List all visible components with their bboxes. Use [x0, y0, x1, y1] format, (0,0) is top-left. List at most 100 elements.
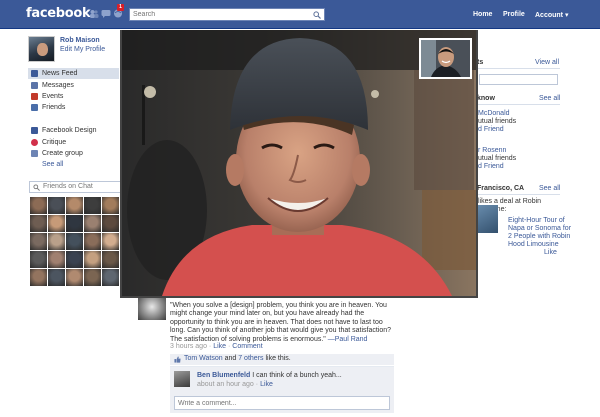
self-view-feed: [421, 40, 470, 77]
commenter-name-link[interactable]: Ben Blumenfeld: [197, 372, 250, 379]
chat-friend-avatar[interactable]: [102, 269, 119, 286]
chat-friend-avatar[interactable]: [30, 233, 47, 250]
news-feed-icon: [31, 70, 38, 77]
suggested-person-name[interactable]: r Rosenn: [478, 147, 506, 154]
profile-name-link[interactable]: Rob Maison: [60, 37, 100, 44]
sidebar-item-label: News Feed: [42, 70, 78, 77]
chat-friend-avatar[interactable]: [102, 215, 119, 232]
friend-requests-icon[interactable]: [89, 9, 99, 18]
friends-icon: [31, 104, 38, 111]
deal-title-link[interactable]: Eight-Hour Tour of Napa or Sonoma for 2 …: [508, 217, 572, 249]
nav-home-link[interactable]: Home: [473, 11, 492, 18]
page-icon: [31, 127, 38, 134]
sidebar-item-facebook-design[interactable]: Facebook Design: [28, 125, 119, 136]
chat-friend-avatar[interactable]: [66, 197, 83, 214]
friends-on-chat-label: Friends on Chat: [43, 183, 93, 190]
like-link[interactable]: Like: [213, 343, 226, 350]
thumbs-up-icon: [174, 356, 181, 363]
commenter-avatar[interactable]: [174, 371, 190, 387]
chat-friend-avatar[interactable]: [84, 233, 101, 250]
chat-friend-avatar[interactable]: [48, 197, 65, 214]
comment-input-area: [170, 393, 394, 413]
self-view-video[interactable]: [419, 38, 472, 79]
search-icon: [33, 184, 40, 191]
chat-friend-avatar[interactable]: [48, 215, 65, 232]
messages-icon[interactable]: [101, 9, 111, 18]
likes-summary: Tom Watson and 7 others like this.: [170, 354, 394, 365]
chat-friend-avatar[interactable]: [48, 251, 65, 268]
chat-friend-avatar[interactable]: [84, 197, 101, 214]
comment-timestamp: about an hour ago: [197, 381, 254, 388]
events-icon: [31, 93, 38, 100]
see-all-link[interactable]: See all: [539, 95, 560, 102]
edit-profile-link[interactable]: Edit My Profile: [60, 46, 105, 53]
chat-friend-avatar[interactable]: [48, 233, 65, 250]
post-body: "When you solve a [design] problem, you …: [170, 302, 398, 344]
view-all-link[interactable]: View all: [535, 59, 559, 66]
heart-icon: [31, 139, 38, 146]
mutual-friends-text: utual friends: [478, 118, 517, 125]
chat-friend-avatar[interactable]: [102, 197, 119, 214]
chat-friend-avatar[interactable]: [66, 269, 83, 286]
sidebar-item-events[interactable]: Events: [28, 91, 119, 102]
search-box: [129, 8, 325, 21]
messages-icon: [31, 82, 38, 89]
deal-line: likes a deal at Robin: [478, 198, 542, 205]
chat-friend-avatar[interactable]: [84, 215, 101, 232]
notification-badge: 1: [117, 4, 124, 11]
nav-account-menu[interactable]: Account ▾: [535, 11, 568, 19]
likes-conjunction: and: [222, 355, 239, 362]
chat-friend-avatar[interactable]: [30, 251, 47, 268]
nav-profile-link[interactable]: Profile: [503, 11, 525, 18]
sidebar-item-news-feed[interactable]: News Feed: [28, 68, 119, 79]
sidebar-item-label: Create group: [42, 150, 83, 157]
comment-link[interactable]: Comment: [232, 343, 262, 350]
sidebar-item-critique[interactable]: Critique: [28, 137, 119, 148]
sidebar-item-label: Friends: [42, 104, 66, 111]
sidebar-item-label: Messages: [42, 82, 74, 89]
suggested-person-name[interactable]: McDonald: [478, 110, 510, 117]
group-icon: [31, 150, 38, 157]
deal-like-link[interactable]: Like: [544, 249, 557, 256]
chat-friend-avatar[interactable]: [84, 251, 101, 268]
chat-friend-avatar[interactable]: [102, 251, 119, 268]
mutual-friends-text: utual friends: [478, 155, 517, 162]
divider: [476, 194, 560, 195]
facebook-logo[interactable]: facebook: [26, 6, 91, 21]
chat-friend-avatar[interactable]: [48, 269, 65, 286]
chat-friend-avatar[interactable]: [30, 215, 47, 232]
add-friend-link[interactable]: d Friend: [478, 163, 504, 170]
chat-friend-avatar[interactable]: [30, 269, 47, 286]
sidebar-item-create-group[interactable]: Create group: [28, 148, 119, 159]
comment-item: Ben Blumenfeld I can think of a bunch ye…: [170, 366, 394, 393]
chat-friend-avatar[interactable]: [84, 269, 101, 286]
sidebar-item-messages[interactable]: Messages: [28, 80, 119, 91]
add-friend-link[interactable]: d Friend: [478, 126, 504, 133]
chat-friend-avatar[interactable]: [30, 197, 47, 214]
divider: [476, 104, 560, 105]
liker-name-link[interactable]: Tom Watson: [184, 355, 223, 362]
search-input[interactable]: [130, 9, 310, 20]
chat-friend-avatar[interactable]: [66, 215, 83, 232]
see-all-link[interactable]: See all: [42, 161, 63, 168]
others-link[interactable]: 7 others: [238, 355, 263, 362]
top-bar: facebook 1 Home Profile Account ▾: [0, 0, 600, 29]
comment-like-link[interactable]: Like: [260, 381, 273, 388]
chat-friend-avatar[interactable]: [102, 233, 119, 250]
comment-meta: about an hour ago · Like: [197, 381, 273, 388]
friends-on-chat-box[interactable]: Friends on Chat: [29, 181, 121, 193]
likes-text: Tom Watson and 7 others like this.: [184, 355, 291, 362]
post-quote-author-link[interactable]: —Paul Rand: [328, 336, 368, 343]
sidebar-item-friends[interactable]: Friends: [28, 102, 119, 113]
right-input-field[interactable]: [479, 74, 558, 85]
write-comment-input[interactable]: [174, 396, 390, 410]
chat-friend-avatar[interactable]: [66, 251, 83, 268]
chat-friend-avatar[interactable]: [66, 233, 83, 250]
profile-picture[interactable]: [28, 36, 55, 62]
see-all-link[interactable]: See all: [539, 185, 560, 192]
likes-suffix: like this.: [263, 355, 291, 362]
search-icon[interactable]: [313, 11, 321, 19]
sidebar-item-label: Critique: [42, 139, 67, 146]
divider: [476, 68, 560, 69]
post-author-avatar[interactable]: [138, 298, 166, 320]
